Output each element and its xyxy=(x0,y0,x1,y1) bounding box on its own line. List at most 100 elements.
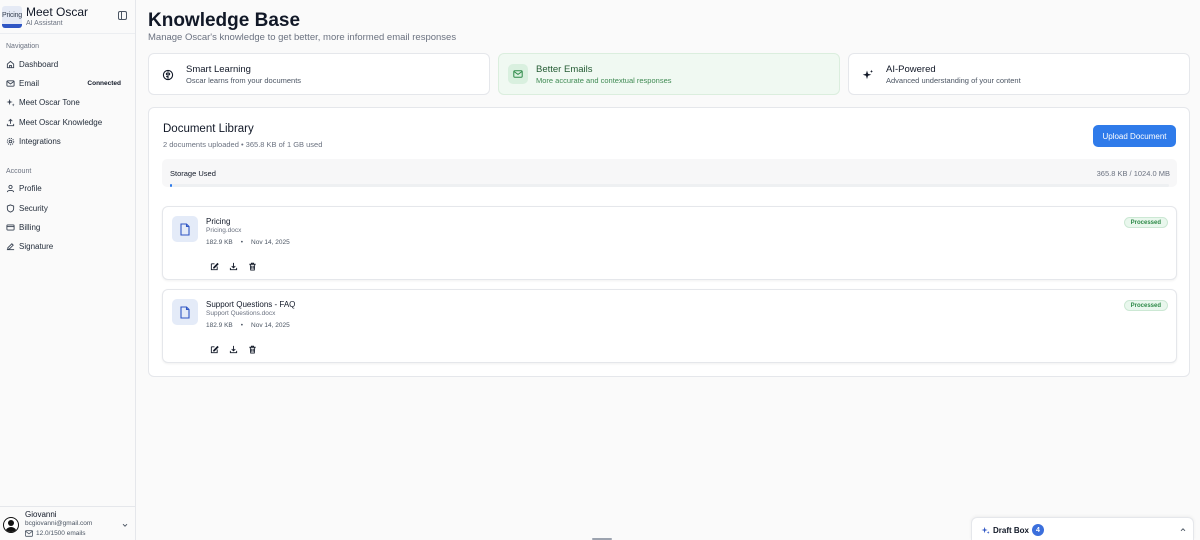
draft-box-label: Draft Box xyxy=(993,526,1030,535)
document-icon-wrap xyxy=(172,216,198,242)
feature-card-smart-learning: Smart Learning Oscar learns from your do… xyxy=(148,53,490,95)
storage-progress-fill xyxy=(170,184,172,187)
sidebar-item-label: Meet Oscar Tone xyxy=(19,97,80,107)
brand-title: Meet Oscar xyxy=(26,4,89,19)
sidebar-item-meet-oscar-tone[interactable]: Meet Oscar Tone xyxy=(0,94,135,110)
brand-logo: Pricing xyxy=(2,5,22,28)
feature-desc: Oscar learns from your documents xyxy=(186,76,302,85)
mail-icon xyxy=(6,79,15,88)
storage-value: 365.8 KB / 1024.0 MB xyxy=(1096,169,1170,178)
connected-badge: Connected xyxy=(87,79,121,87)
sparkles-icon xyxy=(981,526,990,535)
sidebar-item-label: Dashboard xyxy=(19,59,59,69)
brand-header: Pricing Meet Oscar AI Assistant xyxy=(0,0,135,34)
user-menu[interactable]: Giovanni bcgiovanni@gmail.com 12.0/1500 … xyxy=(0,506,135,540)
sidebar-item-label: Email xyxy=(19,78,40,88)
home-icon xyxy=(6,60,15,69)
document-filename: Pricing.docx xyxy=(206,227,242,234)
sidebar-item-profile[interactable]: Profile xyxy=(0,180,135,196)
document-meta: 182.9 KB • Nov 14, 2025 xyxy=(206,239,290,246)
chevron-down-icon[interactable] xyxy=(121,521,129,529)
draft-box-panel[interactable]: Draft Box 4 xyxy=(971,517,1194,540)
mail-icon xyxy=(513,70,523,78)
email-usage-text: 12.0/1500 emails xyxy=(36,530,86,537)
signature-icon xyxy=(6,242,15,251)
document-name: Pricing xyxy=(206,217,231,226)
document-icon-wrap xyxy=(172,299,198,325)
feature-title: Better Emails xyxy=(536,64,593,75)
gear-icon xyxy=(6,137,15,146)
status-badge: Processed xyxy=(1123,217,1168,228)
meta-separator: • xyxy=(240,239,244,246)
document-card: Pricing Pricing.docx 182.9 KB • Nov 14, … xyxy=(162,206,1177,280)
email-usage: 12.0/1500 emails xyxy=(25,530,86,537)
feature-title: AI-Powered xyxy=(886,64,936,75)
sidebar-item-label: Meet Oscar Knowledge xyxy=(19,117,103,127)
user-email: bcgiovanni@gmail.com xyxy=(25,520,93,527)
sidebar: Pricing Meet Oscar AI Assistant Navigati… xyxy=(0,0,136,540)
user-icon xyxy=(6,184,15,193)
sidebar-item-billing[interactable]: Billing xyxy=(0,219,135,235)
sidebar-item-label: Signature xyxy=(19,241,54,251)
document-filename: Support Questions.docx xyxy=(206,310,276,317)
document-card: Support Questions - FAQ Support Question… xyxy=(162,289,1177,363)
feature-title: Smart Learning xyxy=(186,64,251,75)
sidebar-item-email[interactable]: Email Connected xyxy=(0,75,135,91)
sparkles-icon xyxy=(862,69,874,80)
account-section-label: Account xyxy=(6,168,32,175)
document-actions xyxy=(210,341,267,354)
storage-panel: Storage Used 365.8 KB / 1024.0 MB xyxy=(162,159,1177,187)
storage-label: Storage Used xyxy=(170,169,216,178)
document-meta: 182.9 KB • Nov 14, 2025 xyxy=(206,322,290,329)
sidebar-item-dashboard[interactable]: Dashboard xyxy=(0,56,135,72)
file-icon xyxy=(180,305,190,319)
document-date: Nov 14, 2025 xyxy=(251,239,290,246)
sidebar-item-label: Profile xyxy=(19,183,42,193)
credit-card-icon xyxy=(6,223,15,232)
storage-progress-bar xyxy=(170,184,1169,187)
sidebar-toggle-icon[interactable] xyxy=(118,11,127,20)
avatar xyxy=(3,517,19,533)
sidebar-item-integrations[interactable]: Integrations xyxy=(0,133,135,149)
brain-icon xyxy=(162,69,174,81)
brand-logo-bar xyxy=(2,23,22,28)
download-icon[interactable] xyxy=(229,258,238,271)
sidebar-item-label: Integrations xyxy=(19,136,61,146)
feature-card-ai-powered: AI-Powered Advanced understanding of you… xyxy=(848,53,1190,95)
library-title: Document Library xyxy=(163,123,254,135)
user-name: Giovanni xyxy=(25,510,57,519)
sidebar-item-security[interactable]: Security xyxy=(0,200,135,216)
draft-count-badge: 4 xyxy=(1032,524,1044,536)
feature-card-better-emails: Better Emails More accurate and contextu… xyxy=(498,53,840,95)
download-icon[interactable] xyxy=(229,341,238,354)
page-subtitle: Manage Oscar's knowledge to get better, … xyxy=(148,32,457,43)
main-content: Knowledge Base Manage Oscar's knowledge … xyxy=(136,0,1200,540)
sidebar-item-signature[interactable]: Signature xyxy=(0,238,135,254)
nav-section-label: Navigation xyxy=(6,43,40,50)
brand-subtitle: AI Assistant xyxy=(26,19,63,27)
sparkles-icon xyxy=(6,98,15,107)
library-subtitle: 2 documents uploaded • 365.8 KB of 1 GB … xyxy=(163,140,323,149)
file-icon xyxy=(180,222,190,236)
feature-desc: Advanced understanding of your content xyxy=(886,76,1021,85)
brand-logo-tag: Pricing xyxy=(2,11,22,19)
upload-document-button[interactable]: Upload Document xyxy=(1093,125,1176,147)
trash-icon[interactable] xyxy=(248,341,257,354)
shield-icon xyxy=(6,203,15,213)
document-size: 182.9 KB xyxy=(206,239,233,246)
edit-icon[interactable] xyxy=(210,258,219,271)
chevron-up-icon[interactable] xyxy=(1179,526,1187,534)
status-badge: Processed xyxy=(1123,300,1168,311)
feature-desc: More accurate and contextual responses xyxy=(536,76,672,85)
document-library: Document Library 2 documents uploaded • … xyxy=(148,107,1190,377)
sidebar-item-label: Security xyxy=(19,203,48,213)
page-title: Knowledge Base xyxy=(148,10,301,31)
trash-icon[interactable] xyxy=(248,258,257,271)
sidebar-item-meet-oscar-knowledge[interactable]: Meet Oscar Knowledge xyxy=(0,114,135,130)
document-name: Support Questions - FAQ xyxy=(206,300,296,309)
edit-icon[interactable] xyxy=(210,341,219,354)
sidebar-item-label: Billing xyxy=(19,222,41,232)
upload-icon xyxy=(6,118,15,127)
document-actions xyxy=(210,258,267,271)
document-size: 182.9 KB xyxy=(206,322,233,329)
